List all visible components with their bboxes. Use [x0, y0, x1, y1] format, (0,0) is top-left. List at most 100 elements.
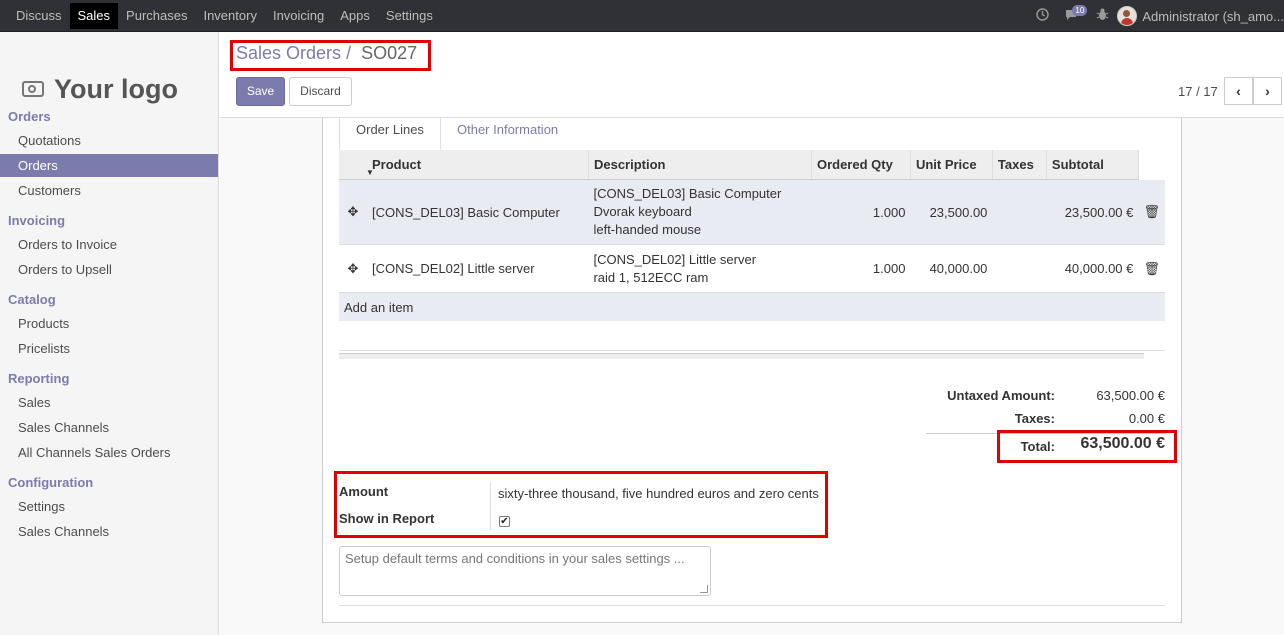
sort-caret-icon: ▼	[365, 168, 374, 177]
sidebar-item-config-sales-channels[interactable]: Sales Channels	[0, 520, 218, 543]
line-description[interactable]: [CONS_DEL02] Little server raid 1, 512EC…	[588, 244, 812, 293]
trash-icon[interactable]: 🗑	[1138, 179, 1165, 245]
form-sheet: Order Lines Other Information Product ▼ D…	[322, 118, 1182, 623]
untaxed-amount-value: 63,500.00 €	[1096, 388, 1165, 403]
menu-settings[interactable]: Settings	[378, 0, 441, 32]
drag-handle-icon[interactable]: ✥	[339, 244, 367, 293]
table-row[interactable]: ✥ [CONS_DEL03] Basic Computer [CONS_DEL0…	[339, 179, 1165, 245]
chevron-right-icon: ›	[1265, 83, 1270, 99]
sidebar-section-catalog[interactable]: Catalog	[8, 292, 56, 307]
taxes-label: Taxes:	[1014, 411, 1055, 426]
line-qty[interactable]: 1.000	[811, 179, 911, 245]
table-footer-bar	[339, 353, 1144, 359]
sidebar-item-sales[interactable]: Sales	[0, 391, 218, 414]
line-unit-price[interactable]: 23,500.00	[910, 179, 993, 245]
sidebar-section-invoicing[interactable]: Invoicing	[8, 213, 65, 228]
highlight-amount-in-words	[334, 471, 828, 538]
bug-icon[interactable]	[1096, 8, 1109, 24]
highlight-breadcrumb	[230, 40, 431, 71]
menu-sales[interactable]: Sales	[69, 3, 119, 29]
description-line: [CONS_DEL03] Basic Computer	[593, 186, 782, 201]
camera-icon	[22, 81, 44, 97]
highlight-total	[997, 430, 1177, 463]
chat-icon[interactable]: 10	[1065, 4, 1088, 24]
resize-grip-icon[interactable]	[700, 585, 708, 593]
line-qty[interactable]: 1.000	[811, 244, 911, 293]
sidebar-item-products[interactable]: Products	[0, 312, 218, 335]
sidebar-item-sales-channels[interactable]: Sales Channels	[0, 416, 218, 439]
order-lines-table: Product ▼ Description Ordered Qty Unit Pr…	[339, 150, 1165, 321]
line-subtotal: 23,500.00 €	[1046, 179, 1139, 245]
line-product[interactable]: [CONS_DEL02] Little server	[366, 244, 589, 293]
chat-count-badge: 10	[1072, 4, 1088, 16]
menu-inventory[interactable]: Inventory	[195, 0, 264, 32]
pager-next-button[interactable]: ›	[1253, 77, 1282, 105]
sidebar-item-pricelists[interactable]: Pricelists	[0, 337, 218, 360]
taxes-value: 0.00 €	[1128, 411, 1165, 426]
add-item-row: Add an item	[339, 292, 1165, 321]
sidebar-section-reporting[interactable]: Reporting	[8, 371, 69, 386]
app-menu: Discuss Sales Purchases Inventory Invoic…	[8, 0, 441, 32]
line-description[interactable]: [CONS_DEL03] Basic Computer Dvorak keybo…	[588, 179, 812, 245]
untaxed-amount-label: Untaxed Amount:	[947, 388, 1055, 403]
user-name: Administrator (sh_amo...	[1142, 8, 1284, 24]
menu-discuss[interactable]: Discuss	[8, 0, 70, 32]
add-item-link[interactable]: Add an item	[339, 292, 1165, 321]
terms-placeholder: Setup default terms and conditions in yo…	[345, 551, 685, 566]
control-panel: Sales Orders / SO027 Save Discard 17 / 1…	[220, 32, 1284, 118]
sidebar-item-orders-to-invoice[interactable]: Orders to Invoice	[0, 233, 218, 256]
description-line: raid 1, 512ECC ram	[593, 269, 709, 285]
line-unit-price[interactable]: 40,000.00	[910, 244, 993, 293]
table-row[interactable]: ✥ [CONS_DEL02] Little server [CONS_DEL02…	[339, 244, 1165, 293]
table-header-row: Product ▼ Description Ordered Qty Unit Pr…	[339, 150, 1165, 180]
drag-handle-icon[interactable]: ✥	[339, 179, 367, 245]
logo-text: Your logo	[54, 73, 178, 104]
description-line: left-handed mouse	[593, 222, 702, 237]
sidebar: Your logo Orders Quotations Orders Custo…	[0, 32, 219, 635]
sidebar-section-orders[interactable]: Orders	[8, 109, 51, 124]
sidebar-item-all-channels-sales-orders[interactable]: All Channels Sales Orders	[0, 441, 218, 464]
delete-column-header	[1137, 150, 1165, 180]
sidebar-item-quotations[interactable]: Quotations	[0, 129, 218, 152]
sidebar-section-configuration[interactable]: Configuration	[8, 475, 93, 490]
main-content: Sales Orders / SO027 Save Discard 17 / 1…	[220, 32, 1284, 635]
trash-icon[interactable]: 🗑	[1138, 244, 1165, 293]
column-label-product: Product	[371, 157, 422, 172]
description-line: [CONS_DEL02] Little server	[593, 251, 757, 267]
save-button[interactable]: Save	[236, 77, 285, 106]
sidebar-item-orders-to-upsell[interactable]: Orders to Upsell	[0, 258, 218, 281]
description-line: Dvorak keyboard	[593, 204, 692, 219]
chevron-left-icon: ‹	[1236, 83, 1241, 99]
tab-other-information[interactable]: Other Information	[441, 118, 574, 150]
terms-and-conditions-textarea[interactable]: Setup default terms and conditions in yo…	[339, 546, 711, 596]
sidebar-item-customers[interactable]: Customers	[0, 179, 218, 202]
menu-purchases[interactable]: Purchases	[118, 0, 195, 32]
column-header-unit-price[interactable]: Unit Price	[909, 150, 993, 180]
sheet-bottom-divider	[339, 605, 1165, 606]
line-taxes[interactable]	[992, 244, 1047, 293]
pager-previous-button[interactable]: ‹	[1224, 77, 1253, 105]
top-navbar: Discuss Sales Purchases Inventory Invoic…	[0, 0, 1284, 32]
line-taxes[interactable]	[992, 179, 1047, 245]
column-header-ordered-qty[interactable]: Ordered Qty	[810, 150, 911, 180]
column-header-description[interactable]: Description	[587, 150, 812, 180]
handle-column-header	[339, 150, 367, 180]
column-header-product[interactable]: Product ▼	[365, 150, 589, 180]
user-menu[interactable]: Administrator (sh_amo...	[1117, 6, 1284, 26]
clock-icon[interactable]	[1036, 8, 1050, 24]
notebook-tabs: Order Lines Other Information	[339, 118, 1165, 151]
table-footer-separator	[339, 350, 1165, 359]
menu-invoicing[interactable]: Invoicing	[265, 0, 332, 32]
pager-value[interactable]: 17 / 17	[1178, 84, 1218, 99]
discard-button[interactable]: Discard	[289, 77, 352, 106]
menu-apps[interactable]: Apps	[332, 0, 378, 32]
line-product[interactable]: [CONS_DEL03] Basic Computer	[366, 179, 589, 245]
avatar	[1117, 6, 1138, 26]
column-header-subtotal[interactable]: Subtotal	[1045, 150, 1139, 180]
systray: 10 Administrator (sh_amo...	[1028, 0, 1284, 32]
column-header-taxes[interactable]: Taxes	[991, 150, 1047, 180]
sidebar-item-settings[interactable]: Settings	[0, 495, 218, 518]
sidebar-item-orders[interactable]: Orders	[0, 154, 218, 177]
line-subtotal: 40,000.00 €	[1046, 244, 1139, 293]
tab-order-lines[interactable]: Order Lines	[339, 118, 441, 150]
